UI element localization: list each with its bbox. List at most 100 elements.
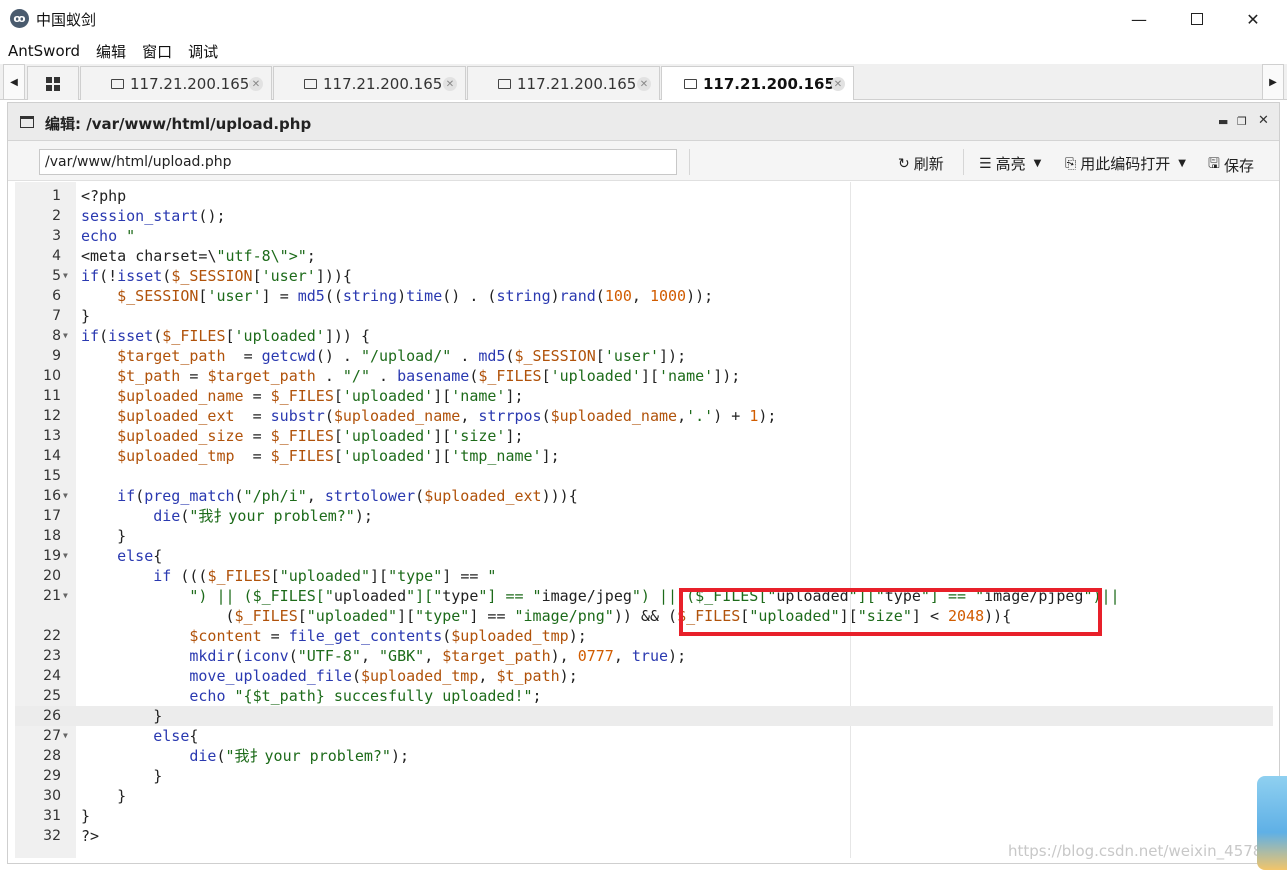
minimize-button[interactable]: — <box>1116 0 1162 38</box>
toolbar-divider <box>963 149 964 175</box>
refresh-button[interactable]: ↻ 刷新 <box>898 153 944 174</box>
fold-arrow-icon[interactable]: ▼ <box>63 586 68 606</box>
tab-label: 117.21.200.165 <box>130 74 250 93</box>
code-line[interactable]: 28 die("我扌your problem?"); <box>15 746 1273 766</box>
tab-scroll-left-icon[interactable]: ◀ <box>3 64 25 100</box>
menu-bar: AntSword 编辑 窗口 调试 <box>0 38 1287 64</box>
antsword-logo-icon: ꝏ <box>10 9 29 28</box>
menu-edit[interactable]: 编辑 <box>96 41 126 62</box>
window-titlebar: ꝏ 中国蚁剑 — ✕ <box>0 0 1287 38</box>
line-number: 7 <box>52 308 61 324</box>
code-line[interactable]: 19 ▼ else{ <box>15 546 1273 566</box>
code-line[interactable]: 29 } <box>15 766 1273 786</box>
tab-session-4[interactable]: 117.21.200.165 ✕ <box>661 66 854 100</box>
tab-session-1[interactable]: 117.21.200.165 ✕ <box>80 66 272 100</box>
encoding-icon: ⎘ <box>1065 155 1077 172</box>
fold-arrow-icon[interactable]: ▼ <box>63 266 68 286</box>
code-line[interactable]: 14 $uploaded_tmp = $_FILES['uploaded']['… <box>15 446 1273 466</box>
line-number: 4 <box>52 248 61 264</box>
menu-debug[interactable]: 调试 <box>188 41 218 62</box>
code-line[interactable]: 25 echo "{$t_path} succesfully uploaded!… <box>15 686 1273 706</box>
code-line[interactable]: 17 die("我扌your problem?"); <box>15 506 1273 526</box>
code-line[interactable]: 6 $_SESSION['user'] = md5((string)time()… <box>15 286 1273 306</box>
code-line[interactable]: 1 <?php <box>15 186 1273 206</box>
code-line[interactable]: 12 $uploaded_ext = substr($uploaded_name… <box>15 406 1273 426</box>
code-line[interactable]: 5 ▼ if(!isset($_SESSION['user'])){ <box>15 266 1273 286</box>
code-line[interactable]: 10 $t_path = $target_path . "/" . basena… <box>15 366 1273 386</box>
line-number: 32 <box>43 828 61 844</box>
tab-session-2[interactable]: 117.21.200.165 ✕ <box>273 66 466 100</box>
code-line[interactable]: 9 $target_path = getcwd() . "/upload/" .… <box>15 346 1273 366</box>
line-number: 18 <box>43 528 61 544</box>
save-icon: 🖫 <box>1208 156 1220 172</box>
grid-icon <box>46 76 60 91</box>
tab-home[interactable] <box>27 66 79 100</box>
tab-session-3[interactable]: 117.21.200.165 ✕ <box>467 66 660 100</box>
close-button[interactable]: ✕ <box>1230 0 1276 38</box>
folder-icon <box>304 78 317 89</box>
code-line[interactable]: 18 } <box>15 526 1273 546</box>
highlight-dropdown[interactable]: ☰ 高亮 ▼ <box>979 153 1041 174</box>
code-editor[interactable]: 1 <?php 2 session_start(); 3 echo " 4 <meta cha… <box>15 182 1273 858</box>
line-number: 1 <box>52 188 61 204</box>
tab-close-icon[interactable]: ✕ <box>831 77 845 91</box>
file-path-input[interactable] <box>39 149 677 175</box>
code-line[interactable]: 20 if ((($_FILES["uploaded"]["type"] == … <box>15 566 1273 586</box>
code-line[interactable]: 8 ▼ if(isset($_FILES['uploaded'])) { <box>15 326 1273 346</box>
fold-arrow-icon[interactable]: ▼ <box>63 326 68 346</box>
panel-restore-icon[interactable]: ❐ <box>1237 115 1247 128</box>
maximize-icon <box>1191 13 1203 25</box>
code-line[interactable]: 26 } <box>15 706 1273 726</box>
code-text: $t_path = $target_path . "/" . basename(… <box>117 367 741 385</box>
fold-arrow-icon[interactable]: ▼ <box>63 486 68 506</box>
code-text: $uploaded_ext = substr($uploaded_name, s… <box>117 407 777 425</box>
code-line[interactable]: 4 <meta charset=\"utf-8\">"; <box>15 246 1273 266</box>
code-line[interactable]: 15 <box>15 466 1273 486</box>
fold-arrow-icon[interactable]: ▼ <box>63 546 68 566</box>
code-text: if(isset($_FILES['uploaded'])) { <box>81 327 370 345</box>
tab-close-icon[interactable]: ✕ <box>443 77 457 91</box>
code-line[interactable]: 2 session_start(); <box>15 206 1273 226</box>
panel-close-icon[interactable]: ✕ <box>1258 113 1269 128</box>
line-number: 29 <box>43 768 61 784</box>
panel-title: 编辑: /var/www/html/upload.php <box>45 115 312 133</box>
menu-window[interactable]: 窗口 <box>142 41 172 62</box>
code-text: die("我扌your problem?"); <box>153 507 373 525</box>
tab-close-icon[interactable]: ✕ <box>249 77 263 91</box>
code-line[interactable]: 30 } <box>15 786 1273 806</box>
line-number: 11 <box>43 388 61 404</box>
code-line[interactable]: 11 $uploaded_name = $_FILES['uploaded'][… <box>15 386 1273 406</box>
code-line[interactable]: 24 move_uploaded_file($uploaded_tmp, $t_… <box>15 666 1273 686</box>
toolbar-divider <box>689 149 690 175</box>
line-number: 20 <box>43 568 61 584</box>
fold-arrow-icon[interactable]: ▼ <box>63 726 68 746</box>
code-line[interactable]: 3 echo " <box>15 226 1273 246</box>
code-line[interactable]: 16 ▼ if(preg_match("/ph/i", strtolower($u… <box>15 486 1273 506</box>
maximize-button[interactable] <box>1174 0 1220 38</box>
code-line[interactable]: 27 ▼ else{ <box>15 726 1273 746</box>
panel-minimize-icon[interactable]: ▬ <box>1218 115 1228 128</box>
code-line[interactable]: 31} <box>15 806 1273 826</box>
code-line[interactable]: 7} <box>15 306 1273 326</box>
refresh-icon: ↻ <box>898 155 910 172</box>
refresh-label: 刷新 <box>913 155 944 173</box>
menu-antsword[interactable]: AntSword <box>8 42 80 60</box>
code-text: $_SESSION['user'] = md5((string)time() .… <box>117 287 714 305</box>
code-text: <meta charset=\"utf-8\">"; <box>81 247 316 265</box>
tab-label: 117.21.200.165 <box>517 74 637 93</box>
code-text: $target_path = getcwd() . "/upload/" . m… <box>117 347 687 365</box>
code-line[interactable]: 23 mkdir(iconv("UTF-8", "GBK", $target_p… <box>15 646 1273 666</box>
window-icon <box>20 116 34 128</box>
tab-close-icon[interactable]: ✕ <box>637 77 651 91</box>
code-line[interactable]: 13 $uploaded_size = $_FILES['uploaded'][… <box>15 426 1273 446</box>
annotation-highlight-box <box>679 588 1102 636</box>
open-with-encoding-dropdown[interactable]: ⎘ 用此编码打开 ▼ <box>1065 153 1186 174</box>
save-button[interactable]: 🖫 保存 <box>1208 153 1254 177</box>
tab-scroll-right-icon[interactable]: ▶ <box>1262 64 1284 100</box>
code-text: move_uploaded_file($uploaded_tmp, $t_pat… <box>189 667 578 685</box>
code-text: mkdir(iconv("UTF-8", "GBK", $target_path… <box>189 647 687 665</box>
window-title: 中国蚁剑 <box>36 11 97 29</box>
line-number: 31 <box>43 808 61 824</box>
line-number: 12 <box>43 408 61 424</box>
line-number: 15 <box>43 468 61 484</box>
